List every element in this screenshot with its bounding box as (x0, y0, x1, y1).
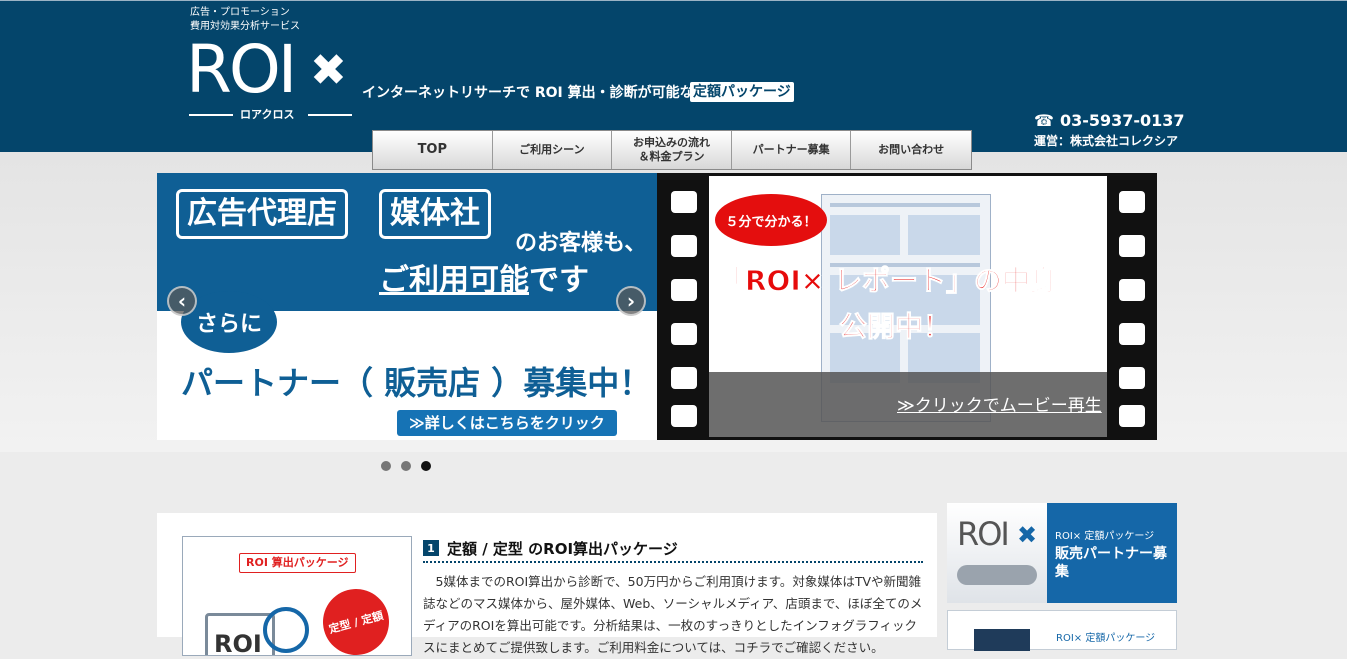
section-title: 定額 / 定型 のROI算出パッケージ (447, 540, 678, 558)
film-sprocket (1119, 191, 1145, 213)
film-sprocket (1119, 279, 1145, 301)
section-divider (423, 561, 923, 563)
nav-item-flow-pricing[interactable]: お申込みの流れ ＆料金プラン (612, 131, 732, 169)
film-sprocket (1119, 367, 1145, 389)
film-sprocket (671, 323, 697, 345)
film-sprocket (1119, 235, 1145, 257)
film-sprocket (671, 367, 697, 389)
nav-item-top[interactable]: TOP (373, 131, 493, 169)
play-movie-link[interactable]: ≫クリックでムービー再生 (897, 396, 1102, 416)
film-frame: ５分で分かる！ 「ROI× レポート」の中身 公開中！ ≫クリックでムービー再生 (709, 176, 1107, 437)
banner-subtitle: ROI× 定額パッケージ (1055, 531, 1155, 542)
film-sprocket (671, 279, 697, 301)
agency-box: 広告代理店 (176, 189, 348, 239)
magnifier-icon (263, 607, 309, 653)
site-logo[interactable]: ROI ✖ ロアクロス (186, 37, 362, 123)
logo-divider (308, 114, 352, 116)
customers-text: のお客様も、 (515, 231, 647, 256)
media-box: 媒体社 (379, 189, 491, 239)
main-content: ROI 算出パッケージ 定型 / 定額 ROI 1 定額 / 定型 のROI算出… (157, 513, 937, 656)
operator-name: 運営：株式会社コレクシア (1034, 134, 1179, 148)
nav-item-contact[interactable]: お問い合わせ (851, 131, 971, 169)
banner-image-panel: ROI ✖ (947, 503, 1047, 603)
handshake-icon (957, 565, 1037, 585)
package-tag: 定額パッケージ (690, 82, 794, 102)
film-sprocket (671, 191, 697, 213)
details-button[interactable]: ≫詳しくはこちらをクリック (397, 410, 617, 436)
partner-recruit-text: パートナー（ 販売店 ）募集中！ (181, 364, 652, 402)
logo-subtitle: ロアクロス (240, 108, 295, 121)
report-headline: 「ROI× レポート」の中身 (717, 264, 1059, 298)
slider-dots (381, 461, 431, 471)
slider-prev-button[interactable]: ‹ (167, 286, 197, 316)
logo-divider (189, 114, 233, 116)
phone-text: 03-5937-0137 (1059, 111, 1185, 130)
section-number: 1 (423, 540, 439, 556)
catchphrase: インターネットリサーチで ROI 算出・診断が可能な (362, 85, 694, 101)
section-paragraph: 5媒体までのROI算出から診断で、50万円からご利用頂けます。対象媒体はTVや新… (423, 574, 923, 655)
roi-package-tag: ROI 算出パッケージ (239, 553, 356, 573)
banner-logo: ROI (957, 515, 1010, 553)
main-nav: TOP ご利用シーン お申込みの流れ ＆料金プラン パートナー募集 お問い合わせ (372, 130, 972, 170)
slide-movie-banner[interactable]: ５分で分かる！ 「ROI× レポート」の中身 公開中！ ≫クリックでムービー再生 (657, 173, 1157, 440)
nav-item-scenes[interactable]: ご利用シーン (493, 131, 613, 169)
report-headline-sub: 公開中！ (838, 310, 952, 344)
slider-dot-3[interactable] (421, 461, 431, 471)
banner-x-icon: ✖ (1017, 521, 1038, 549)
logo-text: ROI (186, 31, 297, 108)
five-minute-bubble: ５分で分かる！ (715, 194, 827, 246)
film-sprocket (671, 235, 697, 257)
available-text: ご利用可能 です (379, 263, 589, 299)
package-banner[interactable]: ROI× 定額パッケージ (947, 610, 1177, 651)
slide-partner-banner[interactable]: 広告代理店 媒体社 のお客様も、 ご利用可能 です さらに パートナー（ 販売店… (157, 173, 657, 440)
slider-dot-2[interactable] (401, 461, 411, 471)
available-suffix: です (529, 263, 589, 298)
film-sprocket (671, 405, 697, 427)
nav-item-partner[interactable]: パートナー募集 (732, 131, 852, 169)
logo-x-icon: ✖ (310, 45, 347, 96)
package-thumbnail[interactable]: ROI 算出パッケージ 定型 / 定額 ROI (182, 536, 412, 656)
slider-dot-1[interactable] (381, 461, 391, 471)
slider-next-button[interactable]: › (616, 286, 646, 316)
film-sprocket (1119, 405, 1145, 427)
fixed-price-badge: 定型 / 定額 (315, 581, 397, 655)
phone-number[interactable]: ☎ 03-5937-0137 (1034, 112, 1185, 130)
tagline-line1: 広告・プロモーション (190, 7, 290, 18)
thumb-logo: ROI (214, 630, 262, 656)
available-main: ご利用可能 (379, 263, 529, 298)
partner-recruit-banner[interactable]: ROI ✖ ROI× 定額パッケージ 販売パートナー募集 (947, 503, 1177, 603)
banner-image (974, 629, 1030, 651)
film-sprocket (1119, 323, 1145, 345)
phone-icon: ☎ (1034, 111, 1054, 130)
banner-title: 販売パートナー募集 (1055, 546, 1167, 580)
